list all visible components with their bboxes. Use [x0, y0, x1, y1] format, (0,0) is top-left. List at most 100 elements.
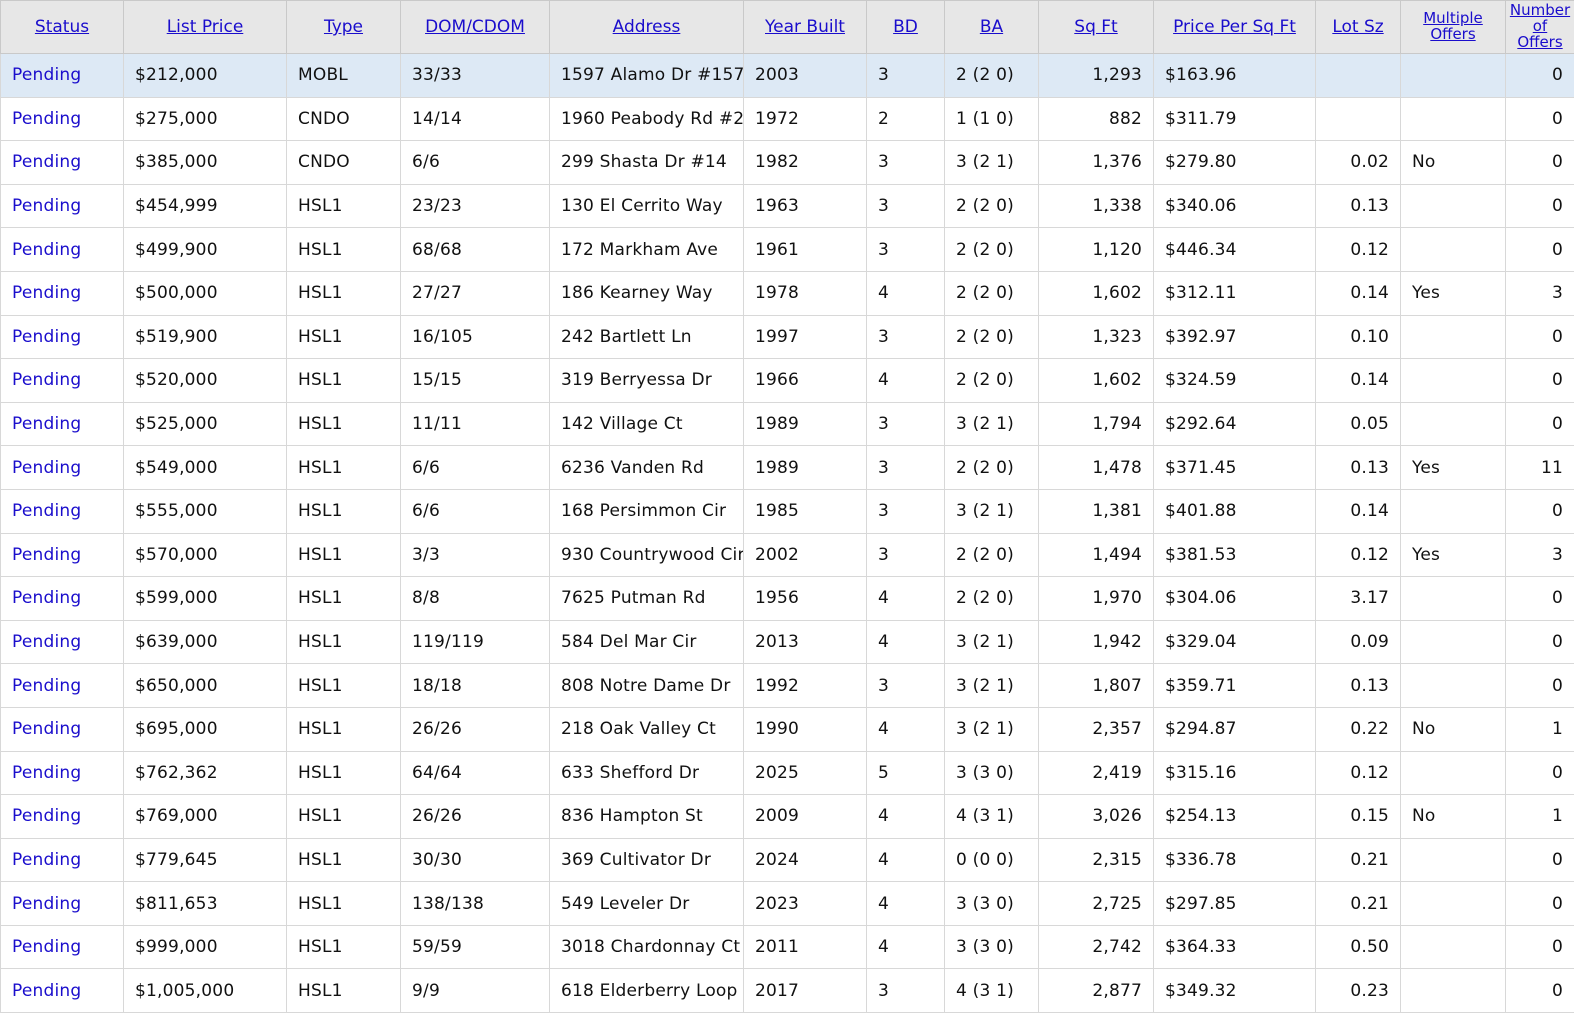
- multiple-offers-cell: [1401, 228, 1506, 272]
- dom-cdom-cell: 9/9: [401, 969, 550, 1013]
- dom-cdom-cell: 26/26: [401, 707, 550, 751]
- bd-cell: 4: [867, 359, 945, 403]
- address-cell: 299 Shasta Dr #14: [550, 141, 744, 185]
- list-price-cell: $499,900: [124, 228, 287, 272]
- sort-type-link[interactable]: Type: [324, 17, 363, 37]
- status-link[interactable]: Pending: [12, 458, 81, 478]
- price-per-sq-ft-cell: $371.45: [1154, 446, 1316, 490]
- status-cell: Pending: [1, 359, 124, 403]
- dom-cdom-cell: 26/26: [401, 795, 550, 839]
- header-year-built: Year Built: [744, 1, 867, 54]
- status-link[interactable]: Pending: [12, 763, 81, 783]
- type-cell: HSL1: [287, 577, 401, 621]
- status-link[interactable]: Pending: [12, 65, 81, 85]
- status-link[interactable]: Pending: [12, 196, 81, 216]
- table-row[interactable]: Pending$519,900HSL116/105242 Bartlett Ln…: [1, 315, 1574, 359]
- sort-multiple-offers-link[interactable]: MultipleOffers: [1423, 10, 1483, 42]
- lot-sz-cell: 0.14: [1316, 271, 1401, 315]
- dom-cdom-cell: 6/6: [401, 446, 550, 490]
- sort-sq-ft-link[interactable]: Sq Ft: [1074, 17, 1117, 37]
- dom-cdom-cell: 3/3: [401, 533, 550, 577]
- sort-lot-sz-link[interactable]: Lot Sz: [1332, 17, 1383, 37]
- sort-bd-link[interactable]: BD: [893, 17, 918, 37]
- number-of-offers-cell: 0: [1506, 489, 1574, 533]
- multiple-offers-cell: No: [1401, 707, 1506, 751]
- list-price-cell: $695,000: [124, 707, 287, 751]
- sort-ba-link[interactable]: BA: [980, 17, 1003, 37]
- sort-dom-cdom-link[interactable]: DOM/CDOM: [425, 17, 525, 37]
- table-row[interactable]: Pending$811,653HSL1138/138549 Leveler Dr…: [1, 882, 1574, 926]
- status-link[interactable]: Pending: [12, 109, 81, 129]
- sort-year-built-link[interactable]: Year Built: [765, 17, 845, 37]
- table-row[interactable]: Pending$695,000HSL126/26218 Oak Valley C…: [1, 707, 1574, 751]
- status-link[interactable]: Pending: [12, 327, 81, 347]
- address-cell: 168 Persimmon Cir: [550, 489, 744, 533]
- status-link[interactable]: Pending: [12, 676, 81, 696]
- table-row[interactable]: Pending$639,000HSL1119/119584 Del Mar Ci…: [1, 620, 1574, 664]
- status-link[interactable]: Pending: [12, 981, 81, 1001]
- ba-cell: 4 (3 1): [945, 795, 1039, 839]
- status-link[interactable]: Pending: [12, 283, 81, 303]
- number-of-offers-cell: 3: [1506, 271, 1574, 315]
- status-link[interactable]: Pending: [12, 937, 81, 957]
- table-row[interactable]: Pending$599,000HSL18/87625 Putman Rd1956…: [1, 577, 1574, 621]
- status-cell: Pending: [1, 925, 124, 969]
- status-link[interactable]: Pending: [12, 501, 81, 521]
- type-cell: HSL1: [287, 228, 401, 272]
- header-list-price: List Price: [124, 1, 287, 54]
- status-link[interactable]: Pending: [12, 588, 81, 608]
- status-cell: Pending: [1, 795, 124, 839]
- status-link[interactable]: Pending: [12, 894, 81, 914]
- table-row[interactable]: Pending$762,362HSL164/64633 Shefford Dr2…: [1, 751, 1574, 795]
- table-row[interactable]: Pending$520,000HSL115/15319 Berryessa Dr…: [1, 359, 1574, 403]
- header-bd: BD: [867, 1, 945, 54]
- number-of-offers-cell: 11: [1506, 446, 1574, 490]
- sort-status-link[interactable]: Status: [35, 17, 89, 37]
- sort-price-per-sq-ft-link[interactable]: Price Per Sq Ft: [1173, 17, 1296, 37]
- lot-sz-cell: 0.12: [1316, 751, 1401, 795]
- header-multiple-offers: MultipleOffers: [1401, 1, 1506, 54]
- status-link[interactable]: Pending: [12, 632, 81, 652]
- table-row[interactable]: Pending$1,005,000HSL19/9618 Elderberry L…: [1, 969, 1574, 1013]
- table-row[interactable]: Pending$525,000HSL111/11142 Village Ct19…: [1, 402, 1574, 446]
- lot-sz-cell: 0.09: [1316, 620, 1401, 664]
- status-link[interactable]: Pending: [12, 240, 81, 260]
- table-row[interactable]: Pending$500,000HSL127/27186 Kearney Way1…: [1, 271, 1574, 315]
- bd-cell: 3: [867, 446, 945, 490]
- year-built-cell: 2009: [744, 795, 867, 839]
- table-row[interactable]: Pending$385,000CNDO6/6299 Shasta Dr #141…: [1, 141, 1574, 185]
- table-row[interactable]: Pending$650,000HSL118/18808 Notre Dame D…: [1, 664, 1574, 708]
- status-link[interactable]: Pending: [12, 370, 81, 390]
- table-row[interactable]: Pending$570,000HSL13/3930 Countrywood Ci…: [1, 533, 1574, 577]
- ba-cell: 0 (0 0): [945, 838, 1039, 882]
- ba-cell: 2 (2 0): [945, 271, 1039, 315]
- sort-list-price-link[interactable]: List Price: [167, 17, 244, 37]
- bd-cell: 4: [867, 795, 945, 839]
- status-cell: Pending: [1, 751, 124, 795]
- status-link[interactable]: Pending: [12, 806, 81, 826]
- type-cell: HSL1: [287, 620, 401, 664]
- table-row[interactable]: Pending$212,000MOBL33/331597 Alamo Dr #1…: [1, 54, 1574, 98]
- list-price-cell: $811,653: [124, 882, 287, 926]
- status-link[interactable]: Pending: [12, 719, 81, 739]
- sort-address-link[interactable]: Address: [613, 17, 681, 37]
- table-row[interactable]: Pending$454,999HSL123/23130 El Cerrito W…: [1, 184, 1574, 228]
- dom-cdom-cell: 18/18: [401, 664, 550, 708]
- address-cell: 242 Bartlett Ln: [550, 315, 744, 359]
- sort-number-of-offers-link[interactable]: NumberofOffers: [1510, 2, 1570, 50]
- sq-ft-cell: 1,478: [1039, 446, 1154, 490]
- status-cell: Pending: [1, 184, 124, 228]
- table-row[interactable]: Pending$779,645HSL130/30369 Cultivator D…: [1, 838, 1574, 882]
- status-link[interactable]: Pending: [12, 545, 81, 565]
- table-row[interactable]: Pending$549,000HSL16/66236 Vanden Rd1989…: [1, 446, 1574, 490]
- table-row[interactable]: Pending$499,900HSL168/68172 Markham Ave1…: [1, 228, 1574, 272]
- table-row[interactable]: Pending$275,000CNDO14/141960 Peabody Rd …: [1, 97, 1574, 141]
- table-row[interactable]: Pending$999,000HSL159/593018 Chardonnay …: [1, 925, 1574, 969]
- status-link[interactable]: Pending: [12, 152, 81, 172]
- lot-sz-cell: 0.10: [1316, 315, 1401, 359]
- table-row[interactable]: Pending$555,000HSL16/6168 Persimmon Cir1…: [1, 489, 1574, 533]
- status-link[interactable]: Pending: [12, 414, 81, 434]
- multiple-offers-cell: [1401, 402, 1506, 446]
- table-row[interactable]: Pending$769,000HSL126/26836 Hampton St20…: [1, 795, 1574, 839]
- status-link[interactable]: Pending: [12, 850, 81, 870]
